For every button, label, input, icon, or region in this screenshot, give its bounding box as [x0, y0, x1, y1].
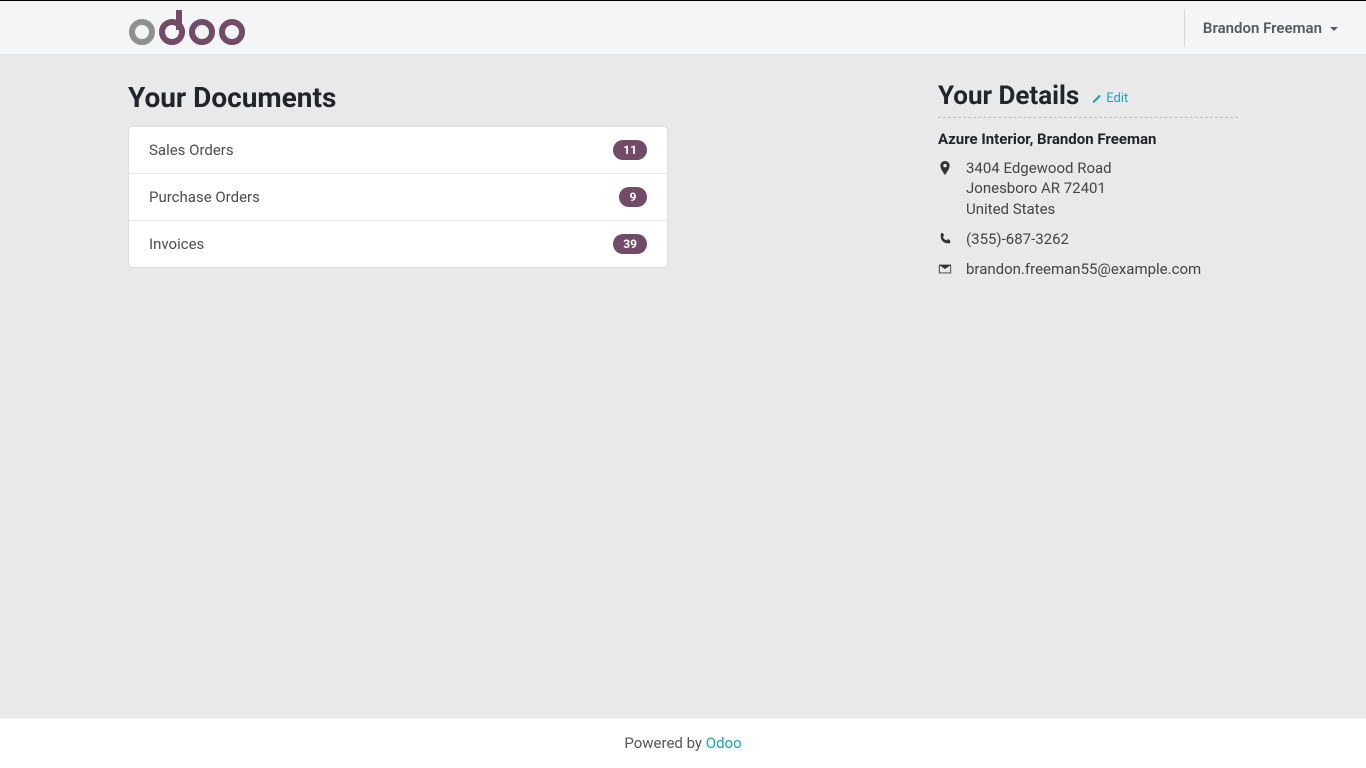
address-line3: United States [966, 199, 1112, 219]
address-line2: Jonesboro AR 72401 [966, 178, 1112, 198]
topbar: Brandon Freeman [0, 1, 1366, 55]
details-title: Your Details [938, 81, 1079, 111]
user-name: Brandon Freeman [1203, 19, 1322, 37]
user-menu[interactable]: Brandon Freeman [1184, 9, 1338, 47]
email-row: brandon.freeman55@example.com [938, 259, 1238, 279]
doc-row-invoices[interactable]: Invoices 39 [129, 221, 667, 267]
details-name: Azure Interior, Brandon Freeman [938, 130, 1238, 148]
doc-label: Invoices [149, 235, 204, 253]
phone-row: (355)-687-3262 [938, 229, 1238, 249]
doc-label: Purchase Orders [149, 188, 260, 206]
details-section: Your Details Edit Azure Interior, Brando… [938, 81, 1238, 289]
edit-label: Edit [1106, 91, 1128, 106]
doc-label: Sales Orders [149, 141, 234, 159]
address-line1: 3404 Edgewood Road [966, 158, 1112, 178]
email-text: brandon.freeman55@example.com [966, 259, 1201, 279]
details-heading: Your Details Edit [938, 81, 1238, 118]
edit-details-link[interactable]: Edit [1091, 91, 1128, 106]
phone-icon [938, 232, 952, 246]
main-content: Your Documents Sales Orders 11 Purchase … [0, 55, 1366, 717]
envelope-icon [938, 262, 952, 276]
documents-list: Sales Orders 11 Purchase Orders 9 Invoic… [128, 126, 668, 268]
count-badge: 11 [613, 140, 647, 160]
documents-title: Your Documents [128, 81, 668, 114]
doc-row-purchase-orders[interactable]: Purchase Orders 9 [129, 174, 667, 221]
odoo-logo[interactable] [128, 10, 248, 46]
footer: Powered by Odoo [0, 717, 1366, 768]
map-marker-icon [938, 161, 952, 175]
documents-section: Your Documents Sales Orders 11 Purchase … [128, 81, 668, 268]
odoo-link[interactable]: Odoo [706, 734, 742, 752]
phone-text: (355)-687-3262 [966, 229, 1069, 249]
pencil-icon [1091, 93, 1102, 104]
address-text: 3404 Edgewood Road Jonesboro AR 72401 Un… [966, 158, 1112, 219]
count-badge: 39 [613, 234, 647, 254]
count-badge: 9 [619, 187, 647, 207]
doc-row-sales-orders[interactable]: Sales Orders 11 [129, 127, 667, 174]
address-row: 3404 Edgewood Road Jonesboro AR 72401 Un… [938, 158, 1238, 219]
powered-by-text: Powered by [624, 734, 705, 752]
chevron-down-icon [1330, 27, 1338, 31]
